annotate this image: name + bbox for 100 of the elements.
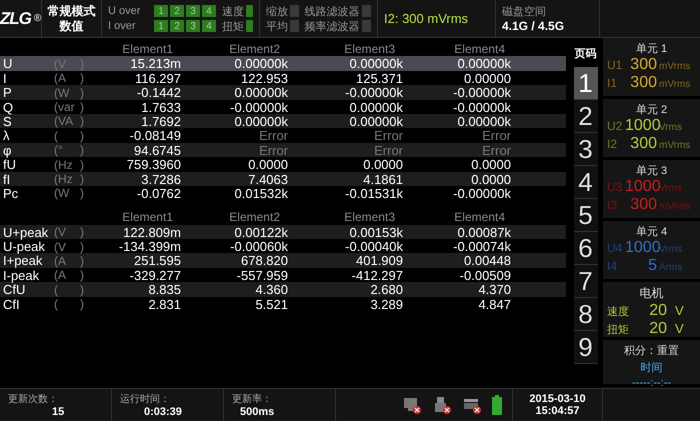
table-row[interactable]: φ (° ) 94.6745 Error Error Error [0,142,566,158]
quantity-name: U [2,56,14,72]
table-row[interactable]: U+peak (V ) 122.809m 0.00122k 0.00153k 0.00087k [0,224,566,240]
over-indicator: 4 [202,20,216,32]
table-row[interactable]: λ ( ) -0.08149 Error Error Error [0,128,566,143]
table-row[interactable]: Q (var ) 1.7633 -0.00000k 0.00000k -0.00000k [0,100,566,114]
unit-label: (A [54,254,66,268]
range-value: 5 [647,257,657,275]
unit-bracket: ) [80,143,84,158]
status-label: 更新次数： [8,392,59,406]
table-cell-text: -0.01531k [344,186,404,201]
table-cell-text: 1.7633 [140,100,182,115]
table-cell-text: -0.00000k [452,100,512,115]
unit-bracket: ) [80,172,84,186]
table-cell-text: -0.00000k [229,100,289,115]
over-indicator: 1 [154,5,168,17]
table-cell-text: -0.1442 [136,85,182,100]
unit-label: (W [54,86,70,100]
unit-bracket: ) [80,114,84,128]
unit-bracket: ) [80,158,84,172]
table-cell-text: -412.297 [350,268,404,283]
quantity-name: Pc [2,186,20,201]
table-row[interactable]: CfI ( ) 2.831 5.521 3.289 4.847 [0,296,566,312]
table-row[interactable]: S (VA ) 1.7692 0.00000k 0.00000k 0.00000k [0,114,566,128]
page-button[interactable]: 8 [574,298,598,331]
unit-label: (V [54,240,66,254]
status-date: 2015-03-10 [528,393,587,405]
table-cell-text: 0.01532k [234,186,289,201]
page-button[interactable]: 3 [574,133,598,166]
column-header: Element2 [228,42,281,56]
table-cell-text: -557.959 [236,268,289,283]
status-value: 500ms [239,406,276,418]
table-row[interactable]: I+peak (A ) 251.595 678.820 401.909 0.00448 [0,253,566,268]
unit-label: (V [54,225,66,240]
table-cell-text: 0.00448 [463,253,512,268]
range-value: 300 [629,56,657,74]
page-title: 页码 [574,47,596,61]
table-cell-text: 0.00000k [234,85,289,100]
table-row[interactable]: I-peak (A ) -329.277 -557.959 -412.297 -0.00509 [0,268,566,282]
table-cell-text: -0.0762 [136,186,182,201]
table-row[interactable]: P (W ) -0.1442 0.00000k -0.00000k -0.00000k [0,85,566,100]
quantity-name: U+peak [2,224,48,240]
table-row[interactable]: CfU ( ) 8.835 4.360 2.680 4.370 [0,282,566,297]
page-button[interactable]: 2 [574,100,598,133]
range-unit: Vrms [659,244,682,255]
channel-label: U4 [607,241,623,255]
page-button[interactable]: 6 [574,232,598,265]
page-button[interactable]: 7 [574,265,598,298]
table-cell-text: Error [258,128,289,144]
unit-label: (Hz [54,172,73,186]
table-cell-text: 1.7692 [140,114,182,129]
range-value: 300 [629,196,657,214]
table-cell-text: 4.847 [477,296,512,312]
unit-label: ( [54,282,58,297]
unit-bracket: ) [80,282,84,297]
range-value: 300 [629,135,657,153]
indicator-label: 速度 [222,4,244,18]
table-row[interactable]: Pc (W ) -0.0762 0.01532k -0.01531k -0.00000k [0,186,566,200]
over-label: U over [108,5,142,17]
page-button[interactable]: 4 [574,166,598,199]
table-cell-text: 3.7286 [140,172,182,187]
unit-label: (VA [54,114,74,128]
page-button[interactable]: 5 [574,199,598,232]
status-label: 更新率： [232,392,273,406]
table-cell-text: 0.00087k [456,224,512,240]
table-cell-text: 3.289 [369,296,404,312]
motor-value: 20 [648,320,667,338]
motor-unit: V [675,321,684,336]
table-cell-text: 94.6745 [133,142,182,158]
channel-label: U3 [607,180,623,194]
table-cell-text: -0.00074k [452,239,512,254]
quantity-name: CfI [2,296,21,312]
table-row[interactable]: fU (Hz ) 759.3960 0.0000 0.0000 0.0000 [0,157,566,172]
table-row[interactable]: fI (Hz ) 3.7286 7.4063 4.1861 0.0000 [0,172,566,186]
over-indicator: 2 [170,20,184,32]
table-cell-text: -329.277 [128,268,182,283]
unit-bracket: ) [80,128,84,143]
table-cell-text: 401.909 [355,253,404,268]
unit-label: (A [54,71,66,86]
channel-label: U2 [607,119,623,133]
table-cell-text: -0.00000k [344,85,404,100]
table-cell-text: 0.0000 [470,157,512,172]
unit-bracket: ) [80,254,84,268]
unit-bracket: ) [80,268,84,282]
quantity-name: S [2,114,12,129]
table-cell-text: 0.00000k [348,114,404,129]
disk-label: 磁盘空间 [502,4,547,19]
table-row[interactable]: I (A ) 116.297 122.953 125.371 0.00000 [0,70,566,86]
table-cell-text: 0.00000k [456,114,512,129]
quantity-name: λ [2,128,10,144]
range-unit: Arms [659,262,682,273]
table-cell-text: 0.0000 [470,172,512,187]
status-label: 运行时间： [120,392,171,406]
quantity-name: φ [2,142,12,158]
channel-label: I3 [607,198,618,212]
table-row[interactable]: U-peak (V ) -134.399m -0.00060k -0.00040k -0.00074k [0,239,566,254]
range-unit: Vrms [659,183,682,194]
page-button[interactable]: 9 [574,331,598,364]
page-button[interactable]: 1 [574,67,598,100]
table-cell-text: 122.809m [122,224,182,240]
